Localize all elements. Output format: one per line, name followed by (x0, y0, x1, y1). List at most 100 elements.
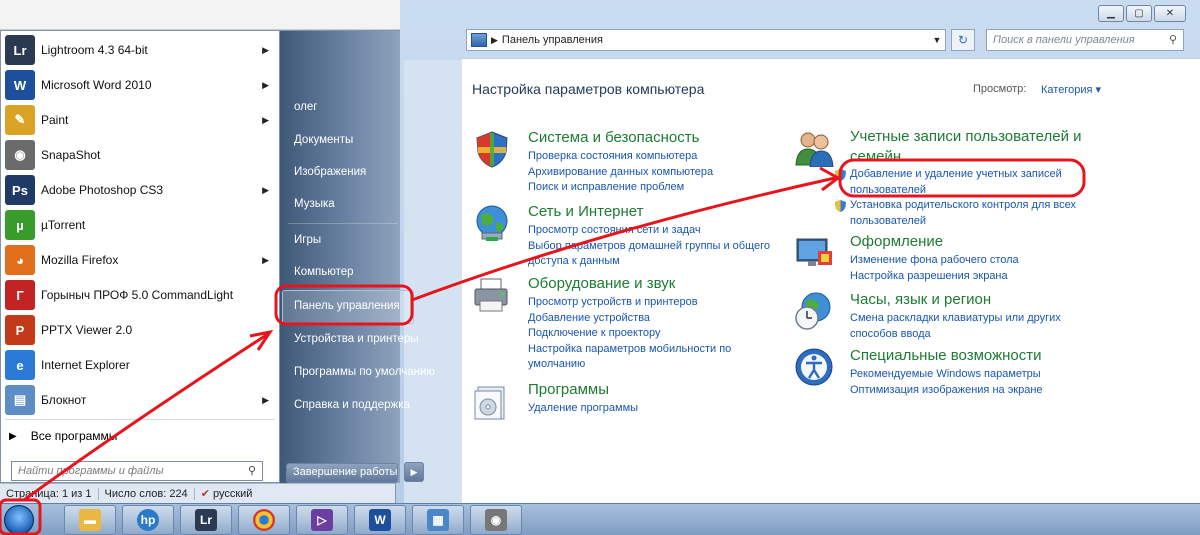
category-title[interactable]: Программы (528, 381, 609, 398)
computer-link[interactable]: Компьютер (294, 266, 354, 278)
submenu-arrow-icon[interactable]: ▶ (262, 80, 269, 91)
word-count[interactable]: Число слов: 224 (99, 487, 195, 500)
start-menu-program-item[interactable]: Ps Adobe Photoshop CS3 ▶ (5, 173, 277, 207)
category-link[interactable]: Просмотр состояния сети и задач (528, 223, 770, 239)
devices-printers-link[interactable]: Устройства и принтеры (294, 333, 419, 345)
category-link[interactable]: Установка родительского контроля для все… (835, 198, 1076, 214)
address-bar[interactable]: ▶ Панель управления ▼ (466, 29, 946, 51)
maximize-icon: ▢ (1134, 8, 1144, 19)
category-link[interactable]: Архивирование данных компьютера (528, 165, 713, 181)
games-link[interactable]: Игры (294, 234, 321, 246)
all-programs-button[interactable]: ▶ Все программы (9, 429, 117, 443)
category-link[interactable]: Изменение фона рабочего стола (850, 253, 1019, 269)
category-link[interactable]: Смена раскладки клавиатуры или других (850, 311, 1061, 327)
category-title[interactable]: Учетные записи пользователей и семейн... (850, 127, 1090, 167)
default-programs-link[interactable]: Программы по умолчанию (294, 366, 435, 378)
divider (5, 419, 275, 420)
minimize-button[interactable]: ▁ (1098, 5, 1124, 22)
user-name-link[interactable]: олег (294, 101, 317, 113)
program-icon: ◕ (5, 245, 35, 275)
taskbar-word[interactable]: W (354, 505, 406, 535)
program-icon: µ (5, 210, 35, 240)
breadcrumb[interactable]: Панель управления (502, 34, 603, 46)
shutdown-button[interactable]: Завершение работы (286, 463, 398, 483)
start-menu-program-item[interactable]: Г Горыныч ПРОФ 5.0 CommandLight (5, 278, 277, 312)
category-link[interactable]: Поиск и исправление проблем (528, 180, 713, 196)
category-link[interactable]: Рекомендуемые Windows параметры (850, 367, 1043, 383)
category-link[interactable]: Удаление программы (528, 401, 638, 417)
category-link[interactable]: Подключение к проектору (528, 326, 731, 342)
category-title[interactable]: Оборудование и звук (528, 275, 675, 292)
category-title[interactable]: Специальные возможности (850, 347, 1042, 364)
category-title[interactable]: Система и безопасность (528, 129, 699, 146)
camera-icon: ◉ (485, 509, 507, 531)
control-panel-link[interactable]: Панель управления (294, 300, 400, 312)
category-link[interactable]: Просмотр устройств и принтеров (528, 295, 731, 311)
taskbar-hp[interactable]: hp (122, 505, 174, 535)
category-link[interactable]: пользователей (850, 214, 1076, 230)
category-link[interactable]: Настройка параметров мобильности по (528, 342, 731, 358)
start-menu-program-item[interactable]: ◕ Mozilla Firefox ▶ (5, 243, 277, 277)
taskbar-explorer[interactable]: ▬ (64, 505, 116, 535)
documents-link[interactable]: Документы (294, 134, 353, 146)
shutdown-options-button[interactable]: ▶ (404, 462, 424, 482)
category-link[interactable]: умолчанию (528, 357, 731, 373)
category-link[interactable]: Добавление устройства (528, 311, 731, 327)
language-indicator[interactable]: ✔ русский (195, 487, 259, 500)
maximize-button[interactable]: ▢ (1126, 5, 1152, 22)
start-menu-program-item[interactable]: ✎ Paint ▶ (5, 103, 277, 137)
start-search-input[interactable]: Найти программы и файлы ⚲ (11, 461, 263, 481)
category-link[interactable]: Настройка разрешения экрана (850, 269, 1019, 285)
start-menu-program-item[interactable]: ◉ SnapaShot (5, 138, 277, 172)
control-panel-window: ▁ ▢ ✕ ▶ Панель управления ▼ ↻ Поиск в па… (395, 0, 1200, 503)
category-link[interactable]: доступа к данным (528, 254, 770, 270)
start-menu-program-item[interactable]: Lr Lightroom 4.3 64-bit ▶ (5, 33, 277, 67)
category-title[interactable]: Сеть и Интернет (528, 203, 644, 220)
breadcrumb-chevron-icon[interactable]: ▶ (491, 35, 498, 46)
start-menu-places-pane: олег Документы Изображения Музыка Игры К… (280, 30, 435, 483)
program-icon: W (5, 70, 35, 100)
taskbar-chrome[interactable] (238, 505, 290, 535)
start-button[interactable] (4, 505, 34, 535)
start-menu-program-item[interactable]: W Microsoft Word 2010 ▶ (5, 68, 277, 102)
start-menu-program-item[interactable]: µ µTorrent (5, 208, 277, 242)
help-support-link[interactable]: Справка и поддержка (294, 399, 410, 411)
music-link[interactable]: Музыка (294, 198, 335, 210)
submenu-arrow-icon[interactable]: ▶ (262, 185, 269, 196)
pictures-link[interactable]: Изображения (294, 166, 366, 178)
address-dropdown-icon[interactable]: ▼ (929, 35, 945, 45)
search-icon[interactable]: ⚲ (248, 464, 256, 477)
taskbar-control-panel[interactable]: ▦ (412, 505, 464, 535)
search-icon[interactable]: ⚲ (1169, 33, 1177, 46)
start-menu-program-item[interactable]: P PPTX Viewer 2.0 (5, 313, 277, 347)
start-menu-program-item[interactable]: e Internet Explorer (5, 348, 277, 382)
submenu-arrow-icon[interactable]: ▶ (262, 45, 269, 56)
control-panel-search-input[interactable]: Поиск в панели управления ⚲ (986, 29, 1184, 51)
category-title[interactable]: Оформление (850, 233, 943, 250)
background-word-document (0, 0, 400, 30)
search-placeholder: Найти программы и файлы (18, 465, 164, 477)
taskbar-lightroom[interactable]: Lr (180, 505, 232, 535)
close-button[interactable]: ✕ (1154, 5, 1186, 22)
refresh-button[interactable]: ↻ (951, 29, 975, 51)
category-link[interactable]: Оптимизация изображения на экране (850, 383, 1043, 399)
submenu-arrow-icon[interactable]: ▶ (262, 395, 269, 406)
link-text: Добавление и удаление учетных записей (850, 168, 1062, 180)
window-caption-buttons: ▁ ▢ ✕ (1098, 5, 1186, 22)
category-link[interactable]: способов ввода (850, 327, 1061, 343)
category-link[interactable]: Выбор параметров домашней группы и общег… (528, 239, 770, 255)
page-count[interactable]: Страница: 1 из 1 (0, 487, 99, 500)
category-title[interactable]: Часы, язык и регион (850, 291, 991, 308)
start-menu-program-item[interactable]: ▤ Блокнот ▶ (5, 383, 277, 417)
submenu-arrow-icon[interactable]: ▶ (262, 115, 269, 126)
taskbar-snapashot[interactable]: ◉ (470, 505, 522, 535)
category-link[interactable]: Проверка состояния компьютера (528, 149, 713, 165)
category-link[interactable]: пользователей (850, 183, 1076, 199)
taskbar-visualstudio[interactable]: ▷ (296, 505, 348, 535)
appearance-monitor-icon (796, 238, 832, 266)
program-icon: e (5, 350, 35, 380)
view-by-dropdown[interactable]: Категория ▾ (1041, 83, 1101, 96)
hp-icon: hp (137, 509, 159, 531)
category-link[interactable]: Добавление и удаление учетных записей (835, 167, 1076, 183)
submenu-arrow-icon[interactable]: ▶ (262, 255, 269, 266)
